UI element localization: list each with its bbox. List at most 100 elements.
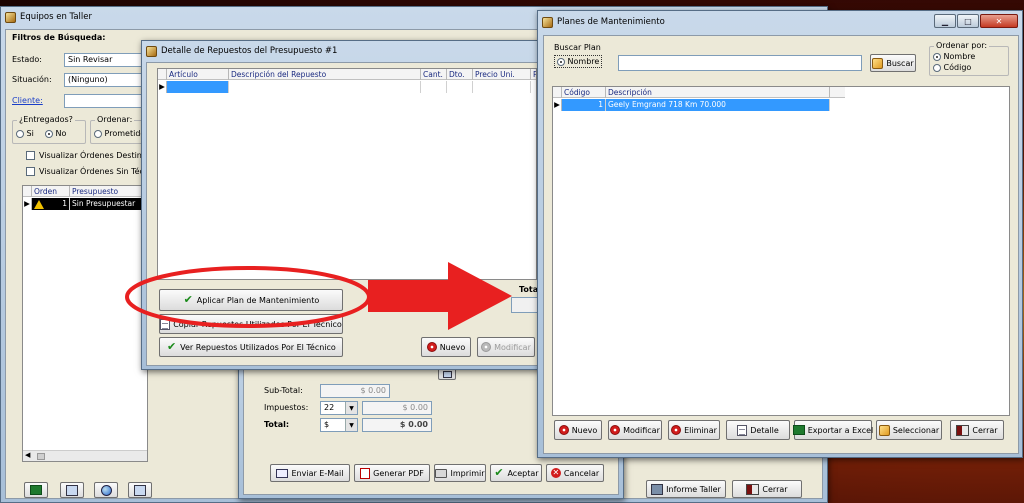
impuestos-label: Impuestos: [264, 403, 309, 412]
entregados-si-radio[interactable]: Si [16, 129, 34, 138]
check-icon: ✔ [494, 466, 504, 479]
planes-window: Planes de Mantenimiento ▁ □ ✕ Buscar Pla… [537, 10, 1023, 458]
estado-label: Estado: [12, 55, 42, 64]
modify-icon [610, 425, 621, 435]
edit-icon [134, 484, 146, 496]
generar-pdf-button[interactable]: Generar PDF [354, 464, 430, 482]
planes-detalle-button[interactable]: Detalle [726, 420, 790, 440]
grid-header-cant[interactable]: Cant. [421, 69, 447, 80]
detalle-title: Detalle de Repuestos del Presupuesto #1 [161, 46, 338, 56]
cancel-icon: ✕ [550, 468, 561, 478]
planes-nuevo-button[interactable]: Nuevo [554, 420, 602, 440]
toolbar-button-4[interactable] [128, 482, 152, 498]
maximize-button[interactable]: □ [957, 14, 979, 28]
apply-check-icon: ✔ [183, 293, 193, 306]
entregados-group: ¿Entregados? Si No [12, 115, 86, 144]
toolbar-button-2[interactable] [60, 482, 84, 498]
buscar-plan-input[interactable] [618, 55, 862, 71]
planes-seleccionar-button[interactable]: Seleccionar [876, 420, 942, 440]
close-button[interactable]: ✕ [980, 14, 1018, 28]
informe-taller-button[interactable]: Informe Taller [646, 480, 726, 498]
cliente-link[interactable]: Cliente: [12, 96, 43, 105]
enviar-email-button[interactable]: Enviar E-Mail [270, 464, 350, 482]
buscar-button[interactable]: Buscar [870, 54, 916, 72]
new-icon [426, 342, 437, 352]
equipos-title: Equipos en Taller [20, 12, 93, 22]
report-icon [651, 483, 664, 495]
search-icon [872, 57, 884, 69]
total-label: Total: [264, 420, 290, 429]
add-icon [30, 485, 42, 495]
repuestos-grid[interactable]: Artículo Descripción del Repuesto Cant. … [157, 68, 537, 280]
imprimir-button[interactable]: Imprimir [434, 464, 486, 482]
excel-icon [792, 425, 805, 435]
ordenar-codigo-radio[interactable]: Código [933, 63, 971, 72]
warning-icon [34, 199, 44, 209]
check-sin-tecnico[interactable] [26, 167, 35, 176]
ordenar-prometido-radio[interactable]: Prometido [94, 129, 145, 138]
table-row[interactable]: ▶ 1 Geely Emgrand 718 Km 70.000 [553, 99, 830, 111]
globe-icon [100, 484, 112, 496]
grid-header-descripcion[interactable]: Descripción [606, 87, 830, 98]
copiar-repuestos-button[interactable]: Copiar Repuestos Utilizados Por El Técni… [159, 314, 343, 334]
planes-eliminar-button[interactable]: Eliminar [668, 420, 720, 440]
planes-grid[interactable]: Código Descripción ▶ 1 Geely Emgrand 718… [552, 86, 1010, 416]
aceptar-button[interactable]: ✔ Aceptar [490, 464, 542, 482]
detalle-modificar-button[interactable]: Modificar [477, 337, 535, 357]
copy-doc-icon [160, 318, 171, 330]
delete-icon [671, 425, 682, 435]
app-icon [542, 16, 553, 28]
situacion-combo[interactable]: (Ninguno) [64, 73, 144, 87]
calculator-icon [442, 370, 452, 378]
table-row[interactable]: ▶ 1 Sin Presupuestar [23, 198, 147, 210]
planes-modificar-button[interactable]: Modificar [608, 420, 662, 440]
toolbar-button-1[interactable] [24, 482, 48, 498]
printer-icon [435, 468, 448, 478]
main-cerrar-button[interactable]: Cerrar [732, 480, 802, 498]
impuestos-field: $ 0.00 [362, 401, 432, 415]
detalle-nuevo-button[interactable]: Nuevo [421, 337, 471, 357]
grid-header-presupuesto[interactable]: Presupuesto [70, 186, 147, 197]
total-field: $ 0.00 [362, 418, 432, 432]
planes-exportar-button[interactable]: Exportar a Excel [792, 420, 873, 440]
estado-combo[interactable]: Sin Revisar [64, 53, 144, 67]
exit-icon [746, 483, 760, 495]
planes-cerrar-button[interactable]: Cerrar [950, 420, 1004, 440]
minimize-button[interactable]: ▁ [934, 14, 956, 28]
entregados-no-radio[interactable]: No [45, 129, 66, 138]
modify-icon [481, 342, 492, 352]
ver-repuestos-button[interactable]: ✔ Ver Repuestos Utilizados Por El Técnico [159, 337, 343, 357]
aplicar-plan-button[interactable]: ✔ Aplicar Plan de Mantenimiento [159, 289, 343, 311]
nombre-radio[interactable]: Nombre [554, 55, 603, 68]
detalle-titlebar: Detalle de Repuestos del Presupuesto #1 [142, 41, 540, 61]
grid-header-precio[interactable]: Precio Uni. [473, 69, 531, 80]
cancelar-button[interactable]: ✕ Cancelar [546, 464, 604, 482]
cliente-input[interactable] [64, 94, 144, 108]
grid-header-orden[interactable]: Orden [32, 186, 70, 197]
ordenar-group: Ordenar: Prometido [90, 115, 146, 144]
grid-header-articulo[interactable]: Artículo [167, 69, 229, 80]
equipos-grid[interactable]: Orden Presupuesto ▶ 1 Sin Presupuestar ◀ [22, 185, 148, 462]
impuestos-combo[interactable]: 22 ▼ [320, 401, 358, 415]
planes-client: Buscar Plan Nombre Buscar Ordenar por: N… [543, 35, 1019, 454]
grid-header-dto[interactable]: Dto. [447, 69, 473, 80]
check-destinadas[interactable] [26, 151, 35, 160]
filters-title: Filtros de Búsqueda: [12, 33, 106, 42]
ordenar-por-label: Ordenar por: [934, 41, 990, 50]
table-row[interactable]: ▶ [158, 81, 531, 93]
grid-header-descripcion[interactable]: Descripción del Repuesto [229, 69, 421, 80]
grid-header-codigo[interactable]: Código [562, 87, 606, 98]
ordenar-nombre-radio[interactable]: Nombre [933, 52, 975, 61]
detalle-client: Artículo Descripción del Repuesto Cant. … [146, 62, 541, 366]
ordenar-por-group: Ordenar por: Nombre Código [929, 41, 1009, 76]
select-icon [878, 424, 890, 436]
entregados-label: ¿Entregados? [17, 115, 75, 124]
toolbar-button-3[interactable] [94, 482, 118, 498]
mail-icon [276, 468, 289, 478]
total-currency-combo[interactable]: $ ▼ [320, 418, 358, 432]
view-icon: ✔ [167, 340, 177, 353]
horizontal-scrollbar[interactable]: ◀ [23, 450, 147, 461]
ordenar-label: Ordenar: [95, 115, 135, 124]
copy-icon [66, 484, 78, 496]
detail-icon [737, 424, 748, 436]
